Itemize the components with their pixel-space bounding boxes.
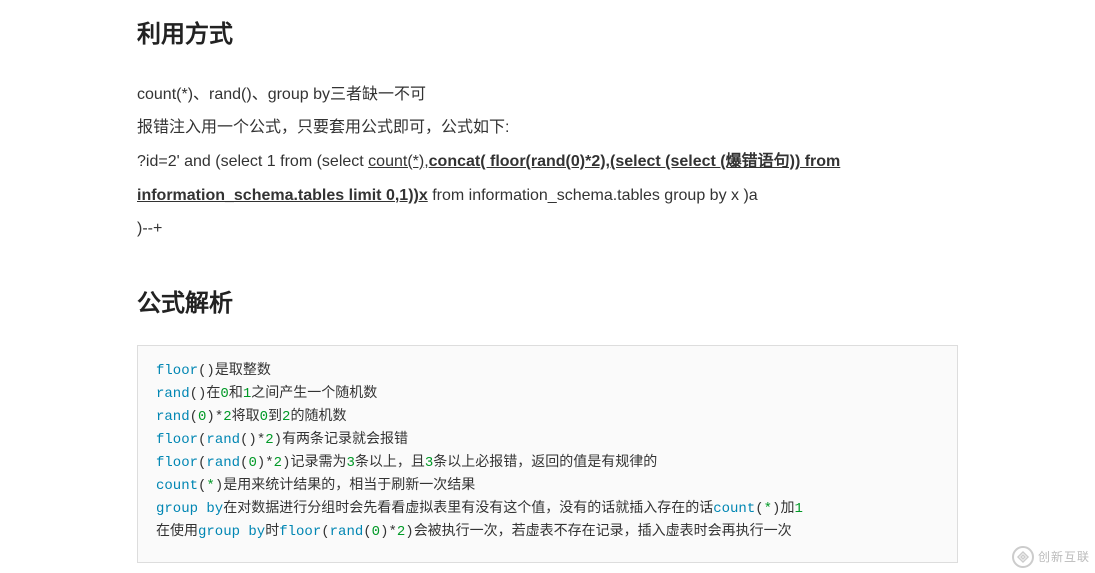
paragraph-1: count(*)、rand()、group by三者缺一不可 bbox=[137, 78, 958, 112]
article-content: 利用方式 count(*)、rand()、group by三者缺一不可 报错注入… bbox=[0, 0, 1095, 563]
code-line-6: count(*)是用来统计结果的，相当于刷新一次结果 bbox=[156, 475, 939, 498]
watermark-text: 创新互联 bbox=[1038, 547, 1090, 567]
paragraph-2: 报错注入用一个公式，只要套用公式即可，公式如下: bbox=[137, 111, 958, 145]
code-line-1: floor()是取整数 bbox=[156, 360, 939, 383]
p3-underline-1: count(*) bbox=[368, 153, 424, 170]
heading-analysis: 公式解析 bbox=[137, 284, 958, 325]
p3-suffix: from information_schema.tables group by … bbox=[428, 187, 758, 204]
code-line-8: 在使用group by时floor(rand(0)*2)会被执行一次，若虚表不存… bbox=[156, 521, 939, 544]
logo-icon bbox=[1016, 550, 1030, 564]
code-line-5: floor(rand(0)*2)记录需为3条以上，且3条以上必报错，返回的值是有… bbox=[156, 452, 939, 475]
code-line-4: floor(rand()*2)有两条记录就会报错 bbox=[156, 429, 939, 452]
paragraph-3: ?id=2' and (select 1 from (select count(… bbox=[137, 145, 958, 212]
watermark-icon bbox=[1012, 546, 1034, 568]
paragraph-4: )--+ bbox=[137, 212, 958, 246]
p3-prefix: ?id=2' and (select 1 from (select bbox=[137, 153, 368, 170]
code-line-2: rand()在0和1之间产生一个随机数 bbox=[156, 383, 939, 406]
watermark: 创新互联 bbox=[1012, 546, 1090, 568]
code-block: floor()是取整数 rand()在0和1之间产生一个随机数 rand(0)*… bbox=[137, 345, 958, 564]
heading-usage: 利用方式 bbox=[137, 15, 958, 56]
code-line-3: rand(0)*2将取0到2的随机数 bbox=[156, 406, 939, 429]
code-line-7: group by在对数据进行分组时会先看看虚拟表里有没有这个值，没有的话就插入存… bbox=[156, 498, 939, 521]
